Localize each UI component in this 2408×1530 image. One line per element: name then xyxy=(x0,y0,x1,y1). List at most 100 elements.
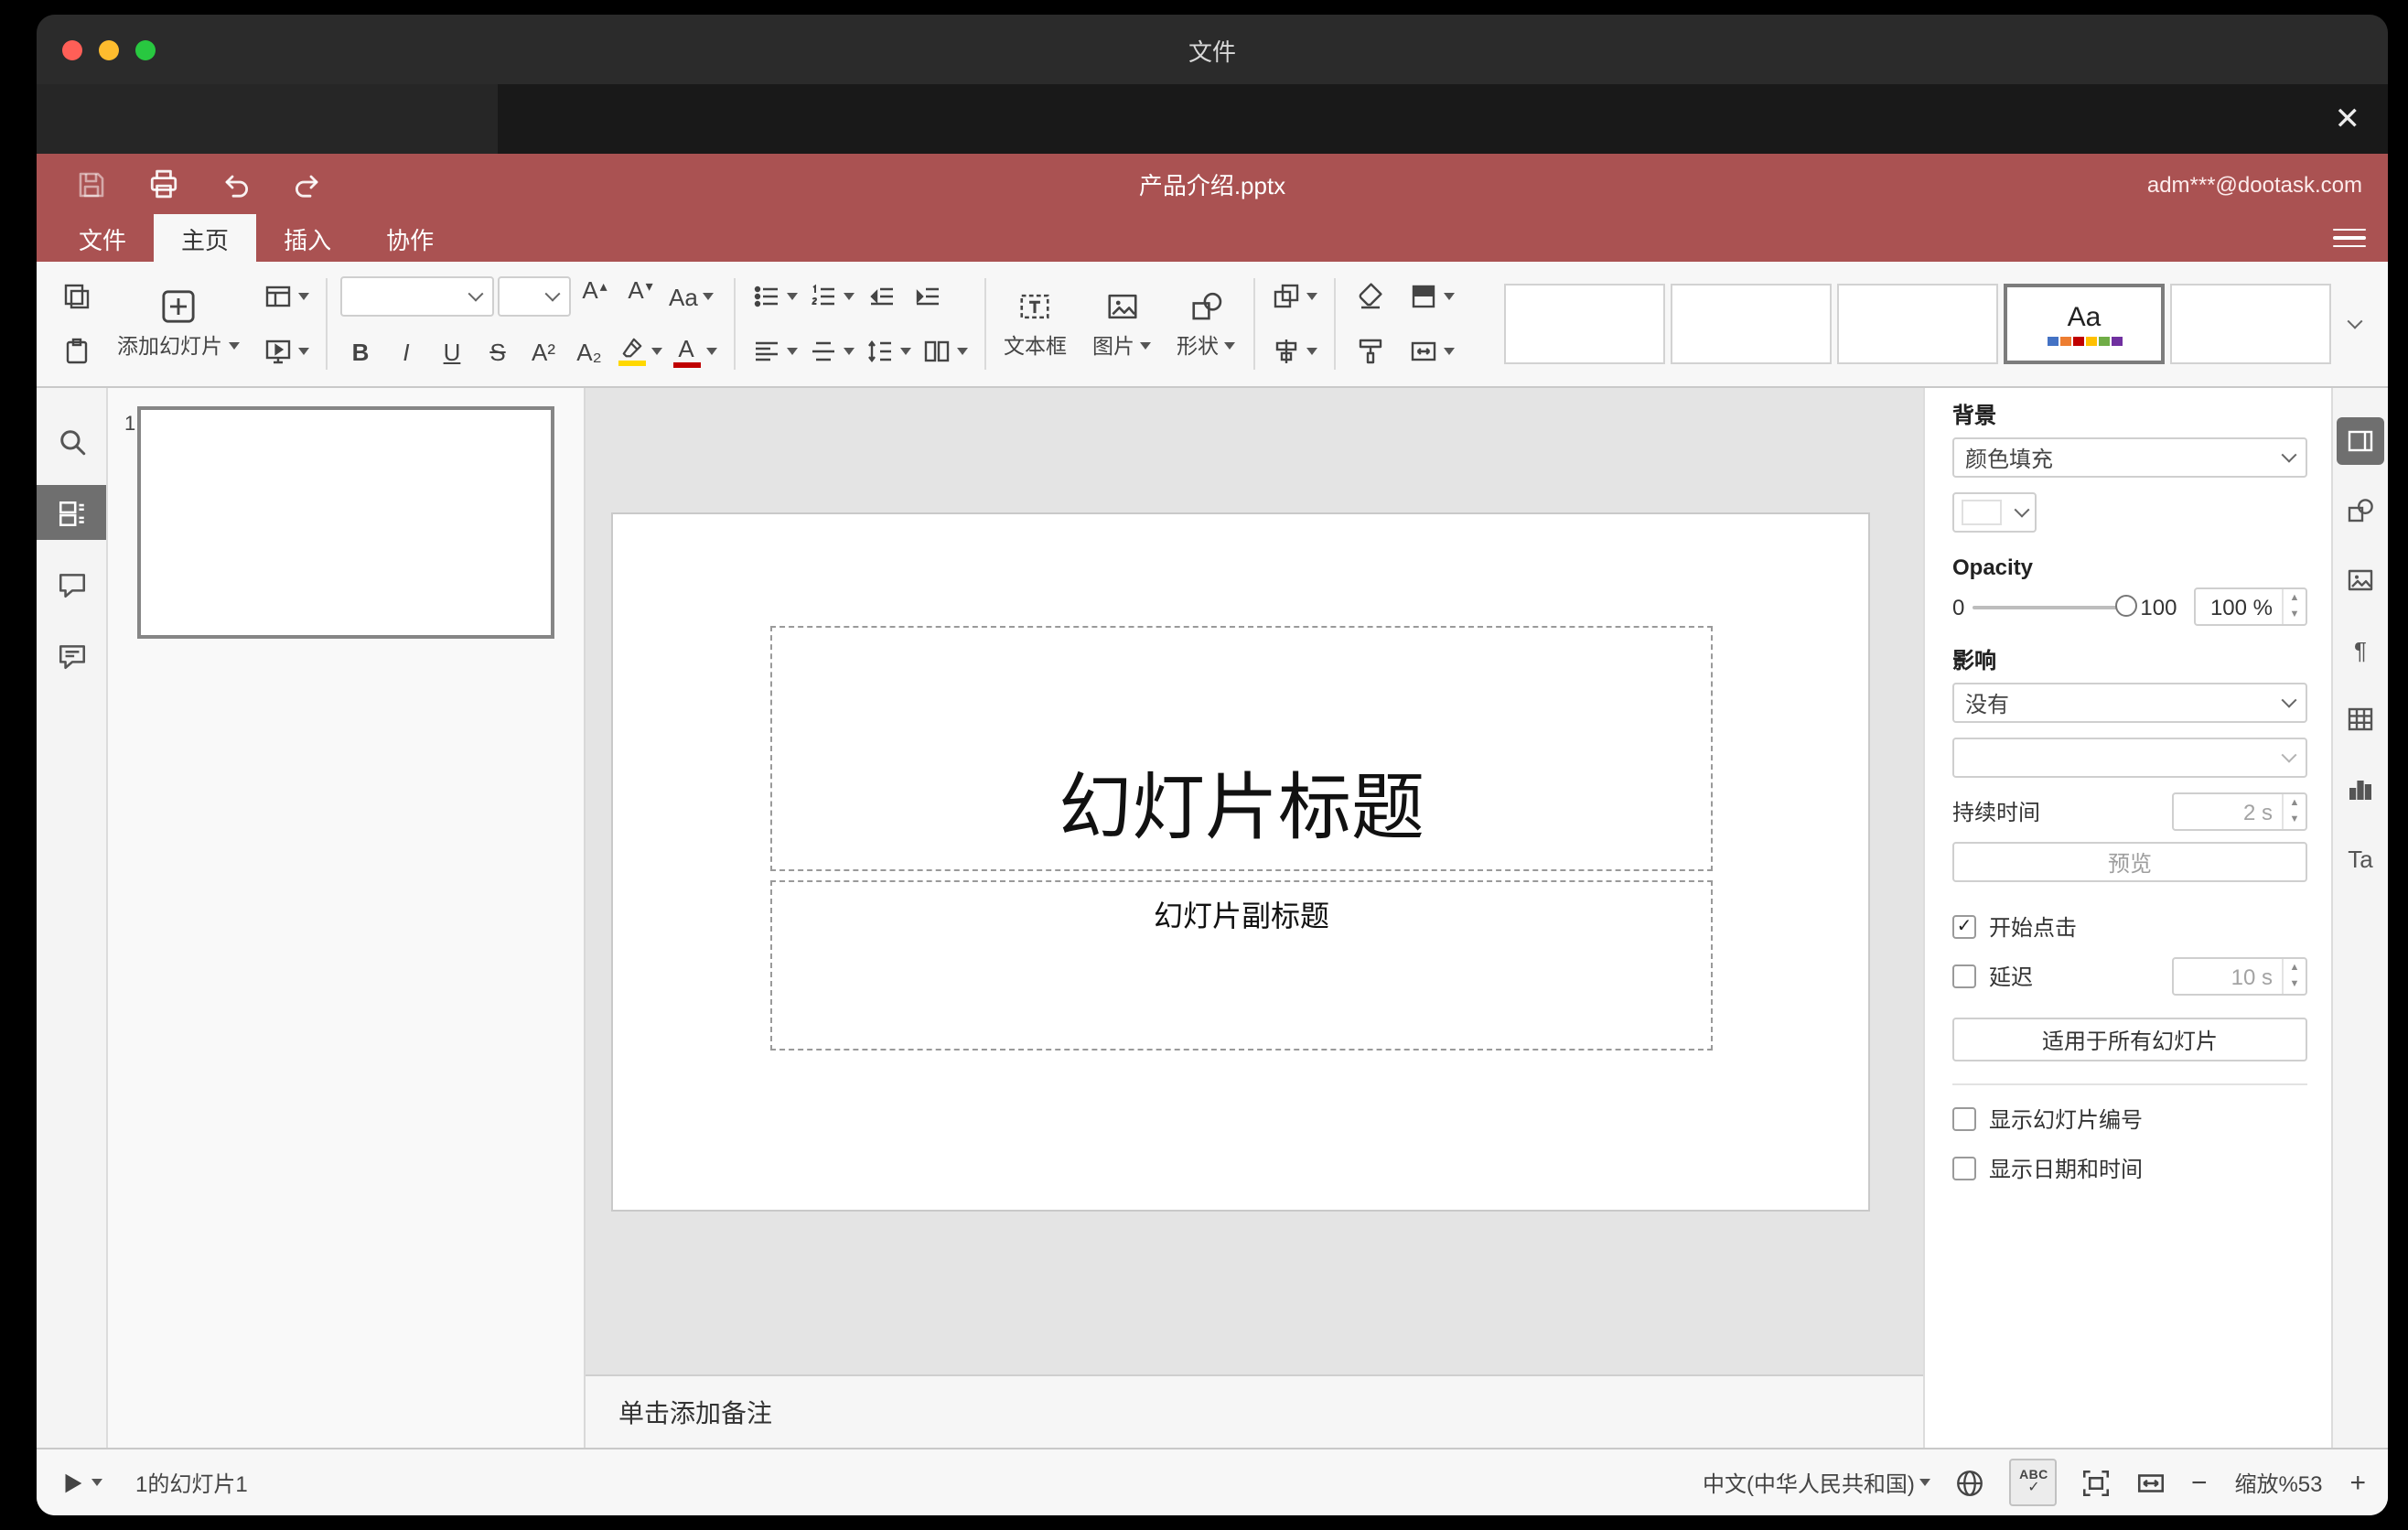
spinner-down-icon[interactable]: ▼ xyxy=(2284,607,2306,624)
fit-slide-button[interactable] xyxy=(2081,1467,2112,1498)
spinner-up-icon[interactable]: ▲ xyxy=(2284,959,2306,976)
background-color-picker[interactable] xyxy=(1952,492,2037,533)
bold-button[interactable]: B xyxy=(339,330,382,372)
background-fill-select[interactable]: 颜色填充 xyxy=(1952,437,2307,478)
tab-insert[interactable]: 插入 xyxy=(256,214,359,262)
insert-shape-button[interactable]: 形状 xyxy=(1164,265,1248,382)
apply-to-all-slides-button[interactable]: 适用于所有幻灯片 xyxy=(1952,1018,2307,1061)
redo-button[interactable] xyxy=(293,169,322,199)
preview-button[interactable]: 预览 xyxy=(1952,842,2307,882)
copy-style-button[interactable] xyxy=(1349,330,1391,372)
image-settings-button[interactable] xyxy=(2337,556,2384,604)
font-color-button[interactable]: A xyxy=(669,330,720,372)
tab-file[interactable]: 文件 xyxy=(51,214,154,262)
opacity-slider[interactable] xyxy=(1972,595,2137,619)
horizontal-align-button[interactable] xyxy=(747,330,801,372)
zoom-in-button[interactable]: + xyxy=(2349,1467,2366,1498)
line-spacing-button[interactable] xyxy=(861,330,914,372)
decrease-font-size-button[interactable]: A ▾ xyxy=(619,275,661,318)
increase-font-size-button[interactable]: A ▴ xyxy=(574,275,616,318)
spinner-up-icon[interactable]: ▲ xyxy=(2284,589,2306,607)
transition-variant-select[interactable] xyxy=(1952,738,2307,778)
increase-indent-button[interactable] xyxy=(907,275,949,318)
numbering-button[interactable] xyxy=(804,275,857,318)
highlight-color-button[interactable] xyxy=(614,330,665,372)
minimize-traffic-light[interactable] xyxy=(99,39,119,59)
vertical-align-button[interactable] xyxy=(804,330,857,372)
paste-button[interactable] xyxy=(55,330,97,372)
title-placeholder[interactable]: 幻灯片标题 xyxy=(770,626,1713,871)
delay-checkbox[interactable] xyxy=(1952,964,1976,988)
strikethrough-button[interactable]: S xyxy=(477,330,519,372)
decrease-indent-button[interactable] xyxy=(861,275,903,318)
theme-option-selected[interactable]: Aa xyxy=(2004,284,2165,364)
subscript-button[interactable]: A₂ xyxy=(568,330,610,372)
slider-track[interactable] xyxy=(1972,606,2134,609)
tab-collaboration[interactable]: 协作 xyxy=(359,214,461,262)
search-panel-button[interactable] xyxy=(37,414,106,469)
chat-panel-button[interactable] xyxy=(37,628,106,683)
close-traffic-light[interactable] xyxy=(62,39,82,59)
underline-button[interactable]: U xyxy=(431,330,473,372)
insert-textbox-button[interactable]: 文本框 xyxy=(991,265,1080,382)
start-on-click-checkbox[interactable]: ✓ xyxy=(1952,915,1976,939)
print-button[interactable] xyxy=(148,168,179,199)
show-datetime-checkbox[interactable] xyxy=(1952,1157,1976,1180)
superscript-button[interactable]: A² xyxy=(522,330,564,372)
slide-thumbnail[interactable] xyxy=(137,406,554,639)
start-slideshow-button[interactable] xyxy=(259,330,312,372)
theme-option[interactable] xyxy=(1671,284,1832,364)
view-settings-button[interactable] xyxy=(2333,223,2366,253)
align-shape-button[interactable] xyxy=(1268,330,1321,372)
chart-settings-button[interactable] xyxy=(2337,765,2384,813)
bullets-button[interactable] xyxy=(747,275,801,318)
theme-option[interactable] xyxy=(2170,284,2331,364)
change-case-button[interactable]: Aa xyxy=(665,275,718,318)
shape-settings-button[interactable] xyxy=(2337,487,2384,534)
insert-image-button[interactable]: 图片 xyxy=(1080,265,1164,382)
arrange-shape-button[interactable] xyxy=(1268,275,1321,318)
set-document-language-button[interactable] xyxy=(1955,1467,1986,1498)
comments-panel-button[interactable] xyxy=(37,556,106,611)
font-size-select[interactable] xyxy=(497,276,570,317)
paragraph-settings-button[interactable]: ¶ xyxy=(2337,626,2384,673)
subtitle-placeholder[interactable]: 幻灯片副标题 xyxy=(770,880,1713,1051)
show-slide-number-checkbox[interactable] xyxy=(1952,1107,1976,1131)
close-icon[interactable]: ✕ xyxy=(2335,103,2361,135)
copy-button[interactable] xyxy=(55,275,97,318)
theme-option[interactable] xyxy=(1504,284,1665,364)
zoom-traffic-light[interactable] xyxy=(135,39,156,59)
slide-size-button[interactable] xyxy=(1405,330,1458,372)
table-settings-button[interactable] xyxy=(2337,695,2384,743)
fit-width-button[interactable] xyxy=(2136,1467,2167,1498)
duration-spinner[interactable]: 2 s ▲ ▼ xyxy=(2172,792,2307,831)
theme-gallery-expand-button[interactable] xyxy=(2337,284,2373,364)
italic-button[interactable]: I xyxy=(385,330,427,372)
undo-button[interactable] xyxy=(221,169,251,199)
spinner-down-icon[interactable]: ▼ xyxy=(2284,976,2306,994)
color-scheme-button[interactable] xyxy=(1405,275,1458,318)
language-select[interactable]: 中文(中华人民共和国) xyxy=(1703,1467,1931,1498)
tab-home[interactable]: 主页 xyxy=(154,214,257,262)
spinner-down-icon[interactable]: ▼ xyxy=(2284,812,2306,829)
clear-style-button[interactable] xyxy=(1349,275,1391,318)
notes-area[interactable]: 单击添加备注 xyxy=(586,1374,1923,1448)
opacity-spinner[interactable]: 100 % ▲ ▼ xyxy=(2194,587,2307,626)
theme-option[interactable] xyxy=(1837,284,1998,364)
save-button[interactable] xyxy=(77,169,106,199)
add-slide-button[interactable]: 添加幻灯片 xyxy=(104,265,252,382)
delay-spinner[interactable]: 10 s ▲ ▼ xyxy=(2172,957,2307,996)
spell-check-toggle[interactable]: ABC ✓ xyxy=(2009,1459,2058,1506)
start-slideshow-status-button[interactable] xyxy=(59,1469,102,1496)
change-layout-button[interactable] xyxy=(259,275,312,318)
textart-settings-button[interactable]: Ta xyxy=(2337,835,2384,882)
transition-effect-select[interactable]: 没有 xyxy=(1952,683,2307,723)
slide[interactable]: 幻灯片标题 幻灯片副标题 xyxy=(613,514,1868,1210)
slider-knob[interactable] xyxy=(2114,595,2137,617)
font-name-select[interactable] xyxy=(339,276,493,317)
slide-settings-button[interactable] xyxy=(2337,417,2384,465)
spinner-up-icon[interactable]: ▲ xyxy=(2284,794,2306,812)
columns-button[interactable] xyxy=(918,330,971,372)
slides-panel-button[interactable] xyxy=(37,485,106,540)
zoom-out-button[interactable]: − xyxy=(2191,1467,2208,1498)
